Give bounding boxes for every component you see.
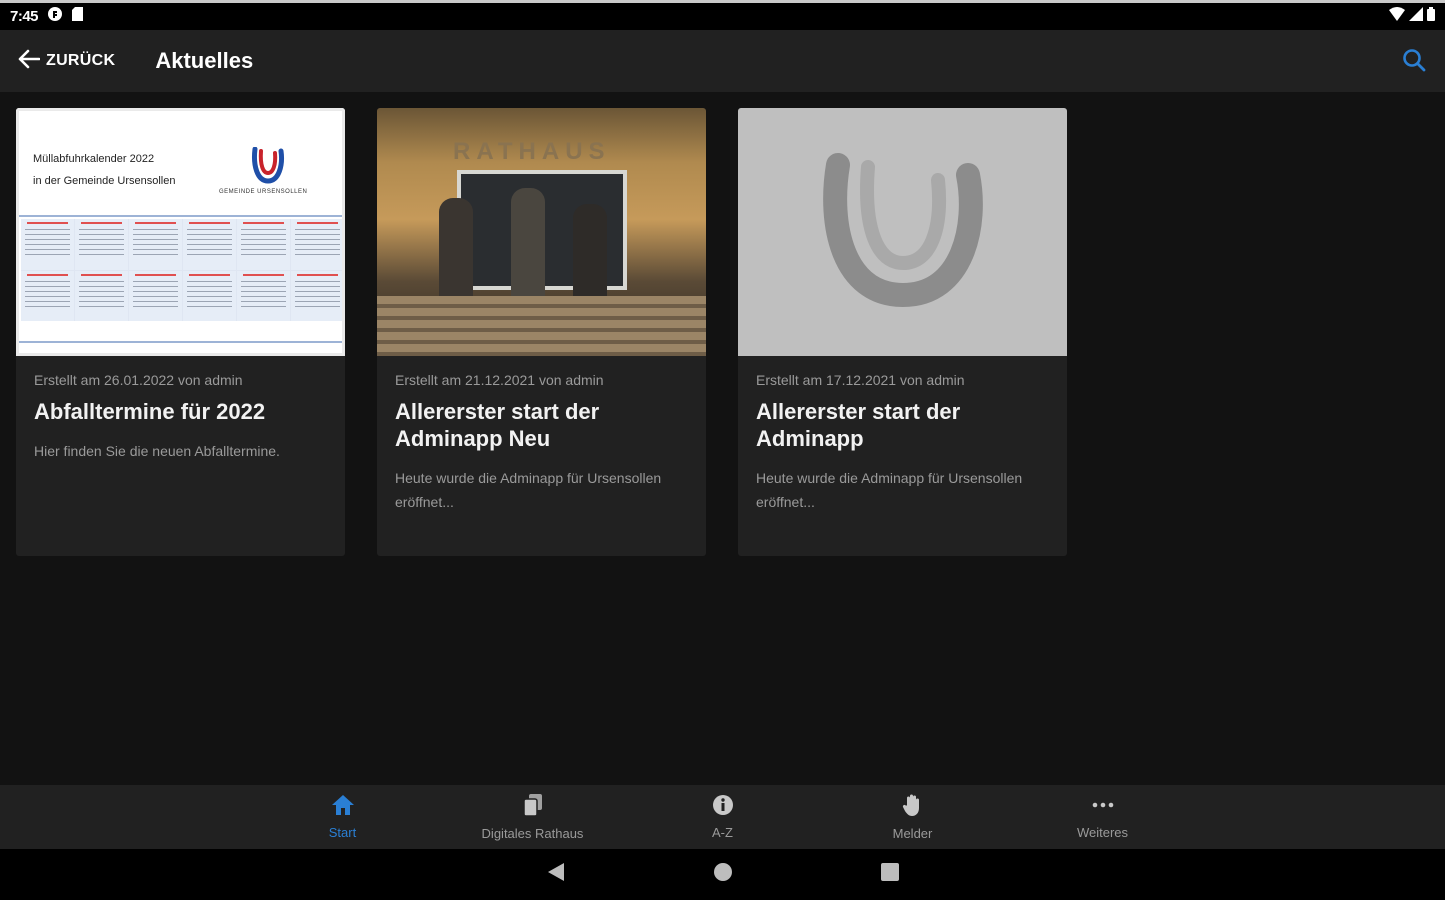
back-label: ZURÜCK [46, 52, 116, 69]
documents-icon [522, 793, 544, 822]
news-card[interactable]: Müllabfuhrkalender 2022 in der Gemeinde … [16, 108, 345, 556]
system-navigation [0, 849, 1445, 900]
search-button[interactable] [1401, 47, 1427, 78]
news-card[interactable]: RATHAUS Erstellt am 21.12.2021 von admin… [377, 108, 706, 556]
sd-card-icon [72, 7, 84, 26]
news-card[interactable]: Erstellt am 17.12.2021 von admin Allerer… [738, 108, 1067, 556]
card-image-photo: RATHAUS [377, 108, 706, 356]
card-image-calendar: Müllabfuhrkalender 2022 in der Gemeinde … [16, 108, 345, 356]
arrow-left-icon [18, 49, 41, 74]
status-time: 7:45 [10, 8, 39, 25]
hand-icon [902, 793, 924, 822]
search-icon [1401, 49, 1427, 77]
system-recents-button[interactable] [880, 863, 899, 886]
building-steps [377, 296, 706, 356]
ursensollen-logo-icon [251, 146, 285, 190]
bottom-navigation: Start Digitales Rathaus A-Z Melder Weite… [0, 785, 1445, 849]
calendar-rule [19, 341, 342, 343]
calendar-grid [21, 219, 342, 321]
back-button[interactable]: ZURÜCK [18, 49, 115, 74]
nav-label: Digitales Rathaus [481, 826, 584, 841]
card-meta: Erstellt am 26.01.2022 von admin [34, 372, 243, 388]
calendar-image-line1: Müllabfuhrkalender 2022 [33, 153, 155, 165]
app-notification-icon [48, 7, 63, 26]
nav-item-a-z[interactable]: A-Z [628, 785, 818, 849]
system-home-button[interactable] [713, 862, 733, 887]
home-circle-icon [713, 862, 733, 887]
card-meta: Erstellt am 17.12.2021 von admin [756, 372, 965, 388]
nav-label: Weiteres [1076, 825, 1129, 840]
back-triangle-icon [547, 862, 565, 887]
card-meta: Erstellt am 21.12.2021 von admin [395, 372, 604, 388]
nav-item-digitales-rathaus[interactable]: Digitales Rathaus [438, 785, 628, 849]
card-teaser: Heute wurde die Adminapp für Ursensollen… [756, 470, 1023, 510]
wifi-icon [1389, 7, 1405, 26]
signal-icon [1409, 7, 1423, 26]
nav-item-weiteres[interactable]: Weiteres [1008, 785, 1198, 849]
nav-item-melder[interactable]: Melder [818, 785, 1008, 849]
nav-label: Start [328, 825, 357, 840]
rathaus-sign: RATHAUS [453, 138, 611, 165]
nav-label: A-Z [712, 825, 733, 840]
calendar-image-line2: in der Gemeinde Ursensollen [33, 175, 176, 187]
app-bar: ZURÜCK Aktuelles [0, 30, 1445, 92]
card-image-placeholder [738, 108, 1067, 356]
news-list: Müllabfuhrkalender 2022 in der Gemeinde … [16, 108, 1067, 556]
nav-item-start[interactable]: Start [248, 785, 438, 849]
battery-icon [1427, 7, 1435, 26]
card-title: Allererster start der Adminapp [756, 399, 961, 451]
card-teaser: Heute wurde die Adminapp für Ursensollen… [395, 470, 662, 510]
system-back-button[interactable] [547, 862, 565, 887]
status-bar: 7:45 [0, 0, 1445, 30]
card-title: Abfalltermine für 2022 [34, 399, 266, 424]
nav-label: Melder [892, 826, 933, 841]
home-icon [331, 794, 355, 821]
card-teaser: Hier finden Sie die neuen Abfalltermine. [34, 443, 280, 459]
more-icon [1091, 794, 1115, 821]
info-icon [712, 794, 734, 821]
calendar-rule [19, 215, 342, 217]
page-title: Aktuelles [155, 48, 254, 73]
recents-square-icon [880, 863, 899, 886]
calendar-image-logo-caption: GEMEINDE URSENSOLLEN [219, 189, 308, 195]
card-title: Allererster start der Adminapp Neu [395, 399, 600, 451]
placeholder-logo-icon [818, 145, 988, 320]
